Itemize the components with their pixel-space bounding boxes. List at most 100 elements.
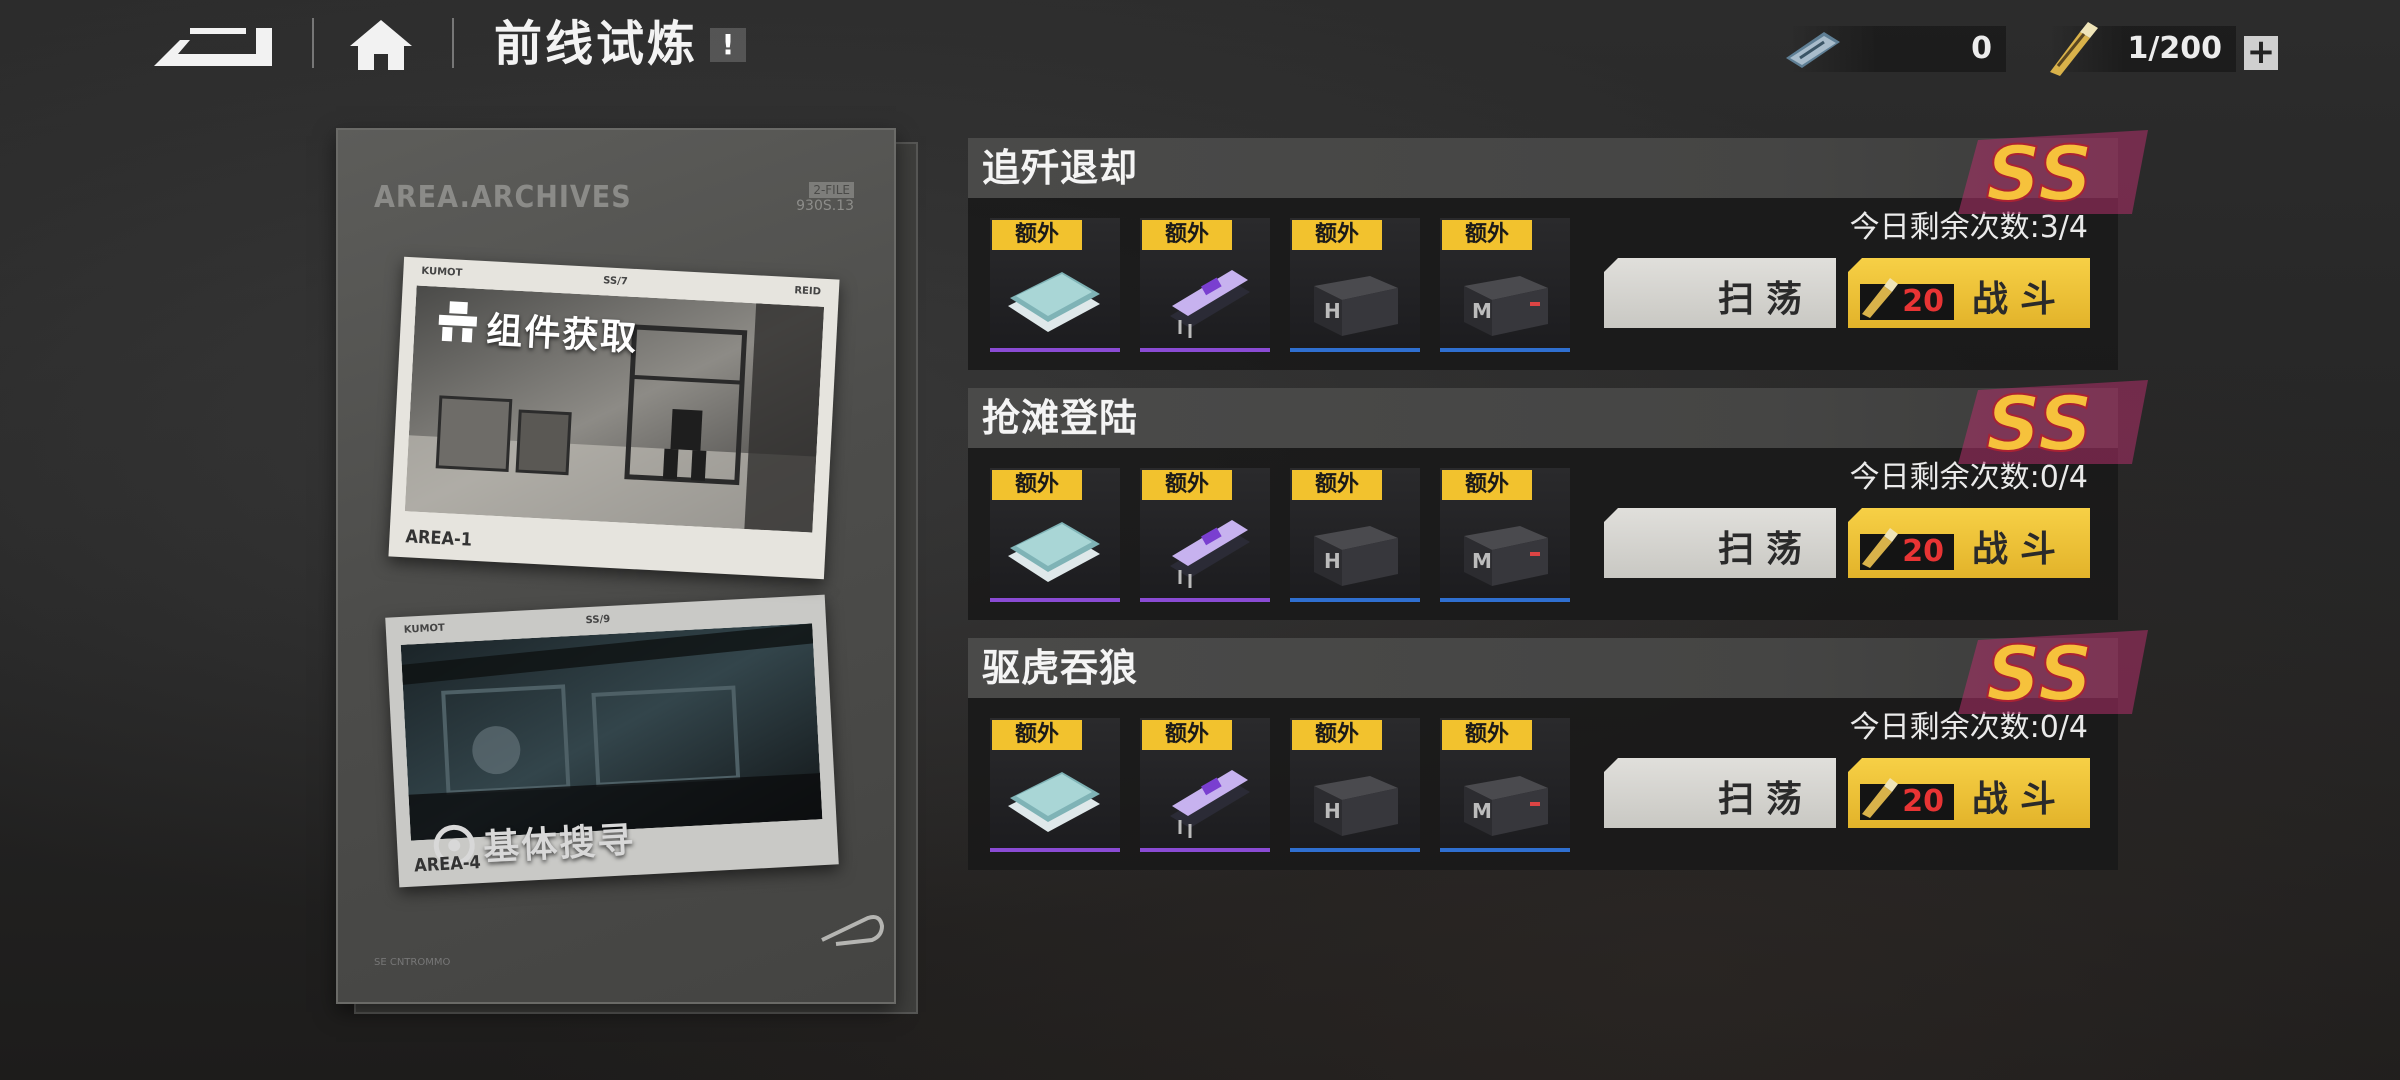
svg-text:H: H [1324,299,1341,323]
photo-label-component: 组件获取 [485,310,640,360]
extra-tag: 额外 [992,720,1082,750]
sweep-button[interactable]: 扫荡 [1604,258,1836,328]
fight-label: 战斗 [1971,779,2068,820]
reward-slot[interactable]: M 额外 [1440,718,1570,852]
stage-name: 驱虎吞狼 [982,646,1139,690]
mech-crate-icon: M [1464,276,1548,336]
ticket-card-icon [1786,32,1840,68]
extra-tag: 额外 [992,220,1082,250]
stage-body: 额外 额外 H 额外 M 额外 今日剩余次数:0/4 扫荡 20 战斗 [968,698,2118,870]
fight-button[interactable]: 20 战斗 [1848,758,2090,828]
info-button[interactable]: ! [710,28,746,62]
energy-cartridge-icon [1862,778,1898,818]
reward-slot[interactable]: M 额外 [1440,468,1570,602]
reward-slot[interactable]: 额外 [1140,218,1270,352]
back-button[interactable] [150,14,274,74]
stage-header: 追歼退却 [968,138,2118,198]
energy-cost: 20 [1860,528,1954,570]
home-icon [350,20,412,70]
top-divider [312,18,314,68]
supply-crate-icon: H [1314,776,1398,836]
reward-slot[interactable]: H 额外 [1290,718,1420,852]
back-arrow-icon [154,28,272,66]
sweep-button[interactable]: 扫荡 [1604,508,1836,578]
photo-corner-text: KUMOT [421,265,463,279]
folder-title: AREA.ARCHIVES [374,180,632,215]
page-title: 前线试炼 [494,16,699,72]
stage-card: 追歼退却 额外 额外 H 额外 M 额外 今日剩余次数:3/4 扫荡 20 战斗 [968,130,2148,378]
ticket-resource: 0 [1786,26,2006,72]
photo-corner-text: REID [794,285,822,298]
energy-resource: 1/200 [2050,22,2236,76]
photo-area-code: AREA-4 [413,852,482,877]
photo-component-acquisition[interactable]: KUMOT SS/7 REID 组件获取 AREA-1 [388,256,840,580]
reward-slot[interactable]: 额外 [1140,718,1270,852]
extra-tag: 额外 [992,470,1082,500]
extra-tag: 额外 [1142,220,1232,250]
supply-crate-icon: H [1314,526,1398,586]
remaining-attempts: 今日剩余次数:3/4 [1849,210,2088,245]
archive-folder: AREA.ARCHIVES 2-FILE 930S.13 KUMOT SS/7 … [336,128,918,1016]
folder-front: AREA.ARCHIVES 2-FILE 930S.13 KUMOT SS/7 … [336,128,896,1004]
energy-cost-value: 20 [1902,784,1944,819]
stage-header: 驱虎吞狼 [968,638,2118,698]
reward-slot[interactable]: 额外 [990,468,1120,602]
supply-crate-icon: H [1314,276,1398,336]
extra-tag: 额外 [1292,470,1382,500]
fight-label: 战斗 [1971,279,2068,320]
stage-name: 抢滩登陆 [982,396,1139,440]
ticket-count: 0 [1971,31,1992,66]
extra-tag: 额外 [1442,720,1532,750]
stage-body: 额外 额外 H 额外 M 额外 今日剩余次数:3/4 扫荡 20 战斗 [968,198,2118,370]
chip-module-icon [1170,270,1250,338]
chip-module-icon [1170,770,1250,838]
photo-lab-image [400,623,823,841]
extra-tag: 额外 [1142,470,1232,500]
fight-label: 战斗 [1971,529,2068,570]
reward-slot[interactable]: 额外 [990,718,1120,852]
rank-ss-badge: SS [1958,130,2148,214]
extra-tag: 额外 [1292,720,1382,750]
home-button[interactable] [346,16,416,72]
reward-slot[interactable]: H 额外 [1290,468,1420,602]
photo-corner-text: KUMOT [403,622,446,636]
energy-cartridge-icon [1862,528,1898,568]
mech-icon [438,301,478,343]
sweep-label: 扫荡 [1717,529,1814,570]
add-energy-button[interactable]: + [2244,35,2278,70]
reward-slot[interactable]: 额外 [1140,468,1270,602]
rank-ss-badge: SS [1958,630,2148,714]
reward-slot[interactable]: 额外 [990,218,1120,352]
energy-cost-value: 20 [1902,284,1944,319]
svg-text:H: H [1324,549,1341,573]
photo-matrix-search[interactable]: KUMOT SS/9 基体搜寻 AREA-4 [385,594,839,888]
blueprint-cards-icon [1008,272,1100,332]
stage-body: 额外 额外 H 额外 M 额外 今日剩余次数:0/4 扫荡 20 战斗 [968,448,2118,620]
stage-header: 抢滩登陆 [968,388,2118,448]
sweep-label: 扫荡 [1717,279,1814,320]
folder-footer: SE CNTROMMO [374,957,451,968]
energy-cartridge-icon [2050,22,2098,76]
rank-ss-text: SS [1986,380,2093,464]
reward-slot[interactable]: H 额外 [1290,218,1420,352]
reward-slot[interactable]: M 额外 [1440,218,1570,352]
folder-code: 2-FILE 930S.13 [796,182,854,214]
energy-cartridge-icon [1862,278,1898,318]
photo-area-code: AREA-1 [404,526,473,551]
remaining-attempts: 今日剩余次数:0/4 [1849,710,2088,745]
fight-button[interactable]: 20 战斗 [1848,508,2090,578]
mech-crate-icon: M [1464,526,1548,586]
photo-label-matrix: 基体搜寻 [482,819,637,869]
energy-cost: 20 [1860,778,1954,820]
sweep-button[interactable]: 扫荡 [1604,758,1836,828]
photo-corner-text: SS/7 [602,275,629,288]
stage-name: 追歼退却 [982,146,1139,190]
svg-text:H: H [1324,799,1341,823]
energy-cost: 20 [1860,278,1954,320]
sweep-label: 扫荡 [1717,779,1814,820]
fight-button[interactable]: 20 战斗 [1848,258,2090,328]
top-divider [452,18,454,68]
energy-cost-value: 20 [1902,534,1944,569]
svg-text:M: M [1472,549,1492,573]
svg-text:M: M [1472,799,1492,823]
